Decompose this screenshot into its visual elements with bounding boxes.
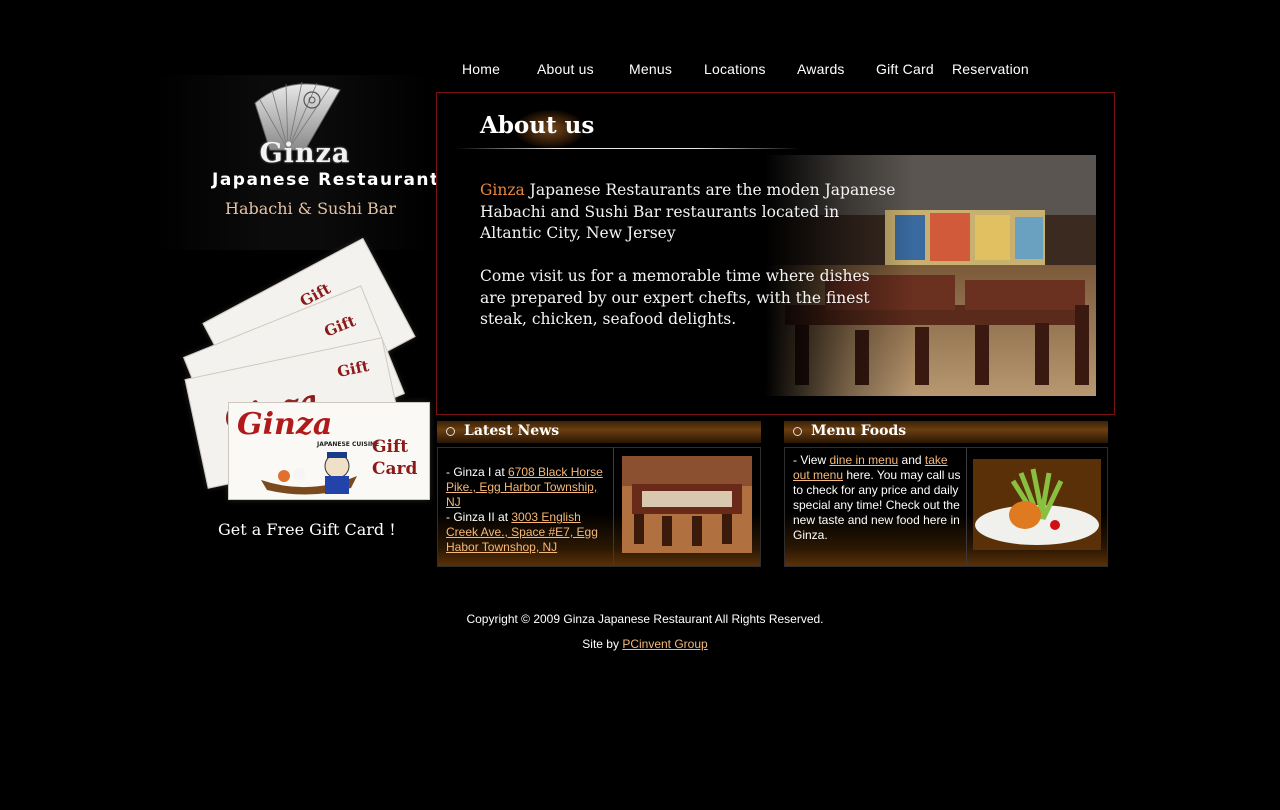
logo-subtitle: Japanese Restaurant (212, 170, 440, 190)
nav-locations[interactable]: Locations (704, 61, 766, 77)
gift-card-caption[interactable]: Get a Free Gift Card ! (218, 520, 396, 539)
menu-prefix: - View (793, 453, 830, 467)
gift-card-small: JAPANESE CUISINE (317, 441, 380, 448)
divider (613, 447, 614, 566)
food-dish-photo[interactable] (973, 459, 1101, 550)
latest-news-title: Latest News (464, 423, 560, 439)
gift-card-label-2: Card (372, 459, 418, 479)
gift-card-brand: Ginza (237, 407, 333, 442)
latest-news-header: Latest News (437, 421, 761, 443)
nav-reservation[interactable]: Reservation (952, 61, 1029, 77)
about-paragraph-2: Come visit us for a memorable time where… (480, 267, 870, 328)
site-by-label: Site by (582, 637, 623, 651)
dining-room-photo[interactable] (622, 456, 752, 553)
sushi-boat-icon (261, 452, 357, 495)
menu-mid: and (898, 453, 925, 467)
menu-foods-title: Menu Foods (811, 423, 907, 439)
gift-card-label: Gift (321, 311, 358, 341)
site-credit: Site by PCinvent Group (560, 637, 730, 651)
nav-home[interactable]: Home (462, 61, 500, 77)
gift-card-label-1: Gift (372, 437, 409, 457)
nav-about-us[interactable]: About us (537, 61, 594, 77)
news-line-2-prefix: - Ginza II at (446, 510, 512, 524)
about-brand: Ginza (480, 181, 525, 199)
menu-foods-text: - View dine in menu and take out menu he… (793, 453, 967, 543)
bullet-circle-icon (793, 427, 802, 436)
logo-name[interactable]: Ginza (210, 138, 400, 169)
gift-card-label: Gift (335, 356, 371, 382)
nav-menus[interactable]: Menus (629, 61, 672, 77)
pcinvent-link[interactable]: PCinvent Group (622, 637, 707, 651)
copyright: Copyright © 2009 Ginza Japanese Restaura… (466, 612, 824, 626)
about-text: Ginza Japanese Restaurants are the moden… (480, 180, 900, 331)
gift-card-stack[interactable]: Gift Ginza Gift Ginza Gift Ginza JAPANES… (183, 237, 434, 504)
about-title: About us (480, 112, 595, 139)
bullet-circle-icon (446, 427, 455, 436)
nav-gift-card[interactable]: Gift Card (876, 61, 934, 77)
about-paragraph-1: Japanese Restaurants are the moden Japan… (480, 181, 896, 242)
menu-foods-header: Menu Foods (784, 421, 1108, 443)
gift-card-front: Ginza JAPANESE CUISINE Gift Card (228, 402, 430, 500)
news-line-1-prefix: - Ginza I at (446, 465, 509, 479)
logo-tagline: Habachi & Sushi Bar (225, 199, 396, 218)
about-title-rule (455, 148, 800, 149)
latest-news-text: - Ginza I at 6708 Black Horse Pike., Egg… (446, 465, 606, 555)
dine-in-menu-link[interactable]: dine in menu (829, 453, 898, 467)
nav-awards[interactable]: Awards (797, 61, 845, 77)
